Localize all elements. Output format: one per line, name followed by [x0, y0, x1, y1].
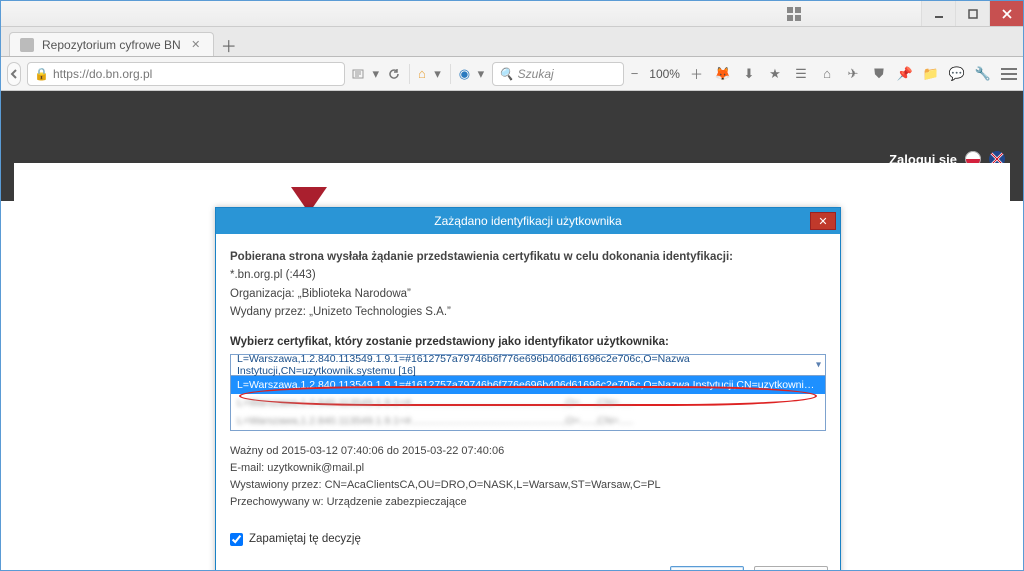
cancel-button[interactable]: Anuluj [754, 566, 828, 570]
detail-valid: Ważny od 2015-03-12 07:40:06 do 2015-03-… [230, 443, 826, 460]
dialog-line-4: Wydany przez: „Unizeto Technologies S.A.… [230, 303, 826, 321]
zoom-in-button[interactable]: ＋ [690, 64, 703, 84]
lock-icon: 🔒 [34, 67, 49, 81]
certificate-combo-wrap: L=Warszawa,1.2.840.113549.1.9.1=#1612757… [230, 354, 826, 431]
reload-button[interactable] [387, 64, 401, 84]
close-icon [1001, 8, 1013, 20]
tab-close-button[interactable]: ✕ [189, 38, 203, 52]
download-icon[interactable]: ⬇ [741, 66, 757, 82]
home-icon[interactable]: ⌂ [819, 66, 835, 82]
favicon-icon [20, 38, 34, 52]
dialog-info-text: Pobierana strona wysłała żądanie przedst… [230, 248, 826, 322]
search-icon: 🔍 [499, 67, 514, 81]
dialog-close-button[interactable]: ✕ [810, 212, 836, 230]
dialog-line-3: Organizacja: „Biblioteka Narodowa” [230, 285, 826, 303]
dialog-line-2: *.bn.org.pl (:443) [230, 266, 826, 284]
tab-title: Repozytorium cyfrowe BN [42, 38, 181, 52]
remember-checkbox[interactable] [230, 533, 243, 546]
combobox-value: L=Warszawa,1.2.840.113549.1.9.1=#1612757… [237, 353, 807, 377]
hamburger-icon [1001, 68, 1017, 80]
browser-window: Repozytorium cyfrowe BN ✕ ＋ 🔒 https://do… [0, 0, 1024, 571]
chevron-down-icon: ▾ [816, 359, 821, 370]
extension-icon-1[interactable]: 🦊 [715, 66, 731, 82]
library-icon[interactable]: ☰ [793, 66, 809, 82]
detail-email: E-mail: uzytkownik@mail.pl [230, 460, 826, 477]
dropdown-option-blurred[interactable]: L=Warszawa,1.2.840.113549.1.9.1=#.......… [231, 394, 825, 412]
remember-decision-row[interactable]: Zapamiętaj tę decyzję [230, 533, 826, 546]
url-text: https://do.bn.org.pl [53, 67, 338, 81]
tiles-icon [787, 7, 801, 21]
ok-button[interactable]: OK [670, 566, 744, 570]
search-placeholder: Szukaj [518, 67, 554, 81]
certificate-dropdown: L=Warszawa,1.2.840.113549.1.9.1=#1612757… [230, 376, 826, 431]
tab-strip: Repozytorium cyfrowe BN ✕ ＋ [1, 27, 1023, 57]
dialog-line-1: Pobierana strona wysłała żądanie przedst… [230, 248, 826, 266]
remember-label: Zapamiętaj tę decyzję [249, 533, 361, 545]
arrow-left-icon [8, 68, 20, 80]
wrench-icon[interactable]: 🔧 [975, 66, 991, 82]
reader-icon [351, 67, 365, 81]
certificate-combobox[interactable]: L=Warszawa,1.2.840.113549.1.9.1=#1612757… [230, 354, 826, 376]
window-close-button[interactable] [989, 1, 1023, 26]
globe-button[interactable]: ◉ [459, 64, 470, 84]
globe-dropdown[interactable]: ▾ [476, 64, 486, 84]
dialog-body: Pobierana strona wysłała żądanie przedst… [216, 234, 840, 556]
back-button[interactable] [7, 62, 21, 86]
search-bar[interactable]: 🔍 Szukaj [492, 62, 624, 86]
maximize-icon [967, 8, 979, 20]
page-viewport: Zaloguj się Zażądano identyfikacji użytk… [1, 91, 1023, 570]
window-minimize-button[interactable] [921, 1, 955, 26]
browser-tab[interactable]: Repozytorium cyfrowe BN ✕ [9, 32, 214, 56]
dialog-button-row: OK Anuluj [216, 556, 840, 570]
bookmark-star-icon[interactable]: ★ [767, 66, 783, 82]
browser-toolbar: 🔒 https://do.bn.org.pl ▾ ⌂ ▾ ◉ ▾ 🔍 Szuka… [1, 57, 1023, 91]
home-dropdown[interactable]: ▾ [433, 64, 443, 84]
certificate-select-label: Wybierz certyfikat, który zostanie przed… [230, 336, 826, 348]
chat-icon[interactable]: 💬 [949, 66, 965, 82]
detail-storage: Przechowywany w: Urządzenie zabezpieczaj… [230, 494, 826, 511]
pin-icon[interactable]: 📌 [897, 66, 913, 82]
dropdown-history-button[interactable]: ▾ [371, 64, 381, 84]
dropdown-option-selected[interactable]: L=Warszawa,1.2.840.113549.1.9.1=#1612757… [231, 376, 825, 394]
certificate-dialog: Zażądano identyfikacji użytkownika ✕ Pob… [215, 207, 841, 570]
dialog-titlebar: Zażądano identyfikacji użytkownika ✕ [216, 208, 840, 234]
window-titlebar [1, 1, 1023, 27]
window-maximize-button[interactable] [955, 1, 989, 26]
send-icon[interactable]: ✈ [845, 66, 861, 82]
reader-mode-button[interactable] [351, 64, 365, 84]
minimize-icon [933, 8, 945, 20]
reload-icon [387, 67, 401, 81]
folder-icon[interactable]: 📁 [923, 66, 939, 82]
app-menu-button[interactable] [1001, 66, 1017, 82]
dialog-title: Zażądano identyfikacji użytkownika [434, 214, 621, 228]
toolbar-extensions: 🦊 ⬇ ★ ☰ ⌂ ✈ ⛊ 📌 📁 💬 🔧 [715, 66, 1017, 82]
dropdown-option-blurred[interactable]: L=Warszawa,1.2.840.113549.1.9.1=#.......… [231, 412, 825, 430]
detail-issuer: Wystawiony przez: CN=AcaClientsCA,OU=DRO… [230, 477, 826, 494]
zoom-level: 100% [645, 67, 684, 81]
home-button[interactable]: ⌂ [417, 64, 427, 84]
address-bar[interactable]: 🔒 https://do.bn.org.pl [27, 62, 345, 86]
zoom-out-button[interactable]: − [630, 64, 640, 84]
shield-icon[interactable]: ⛊ [871, 66, 887, 82]
certificate-details: Ważny od 2015-03-12 07:40:06 do 2015-03-… [230, 443, 826, 511]
new-tab-button[interactable]: ＋ [218, 34, 240, 56]
